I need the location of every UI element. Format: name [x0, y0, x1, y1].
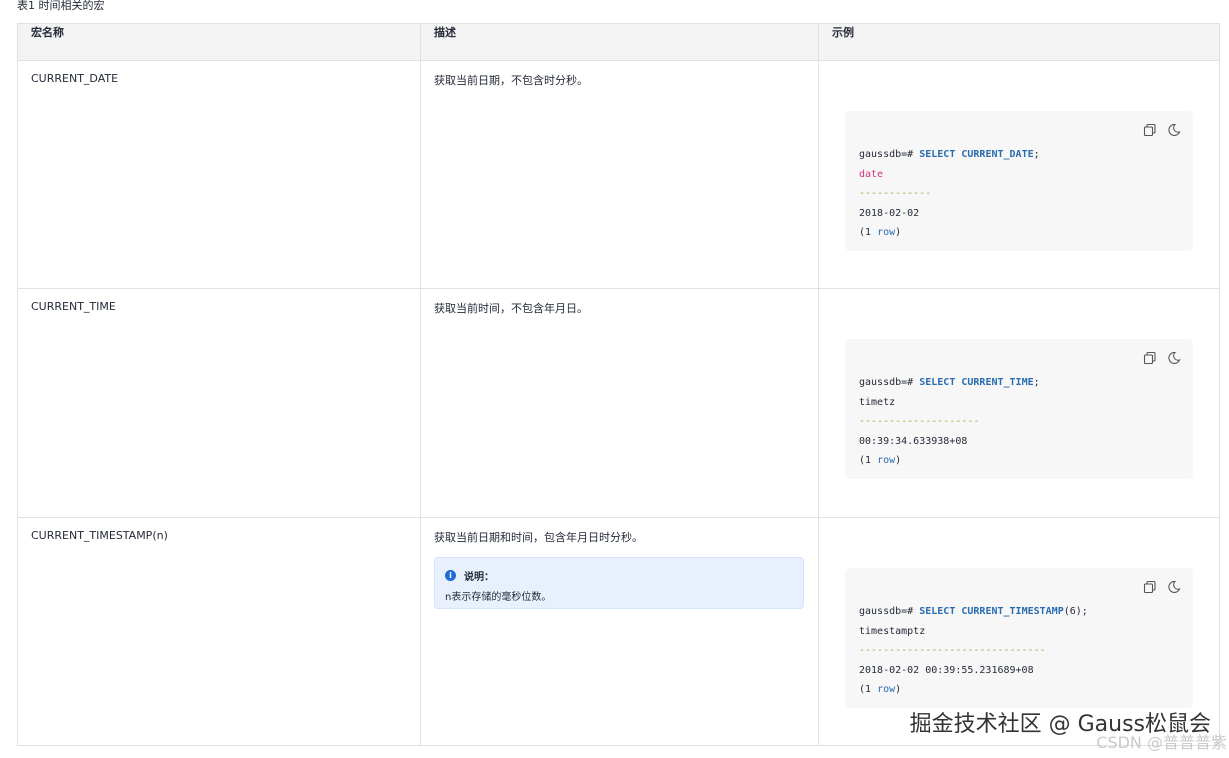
code-toolbar	[1143, 123, 1181, 137]
code-block: gaussdb=# SELECT CURRENT_TIMESTAMP(6); t…	[845, 568, 1193, 708]
code-line-rows: (1 row)	[859, 227, 902, 238]
dark-mode-icon[interactable]	[1167, 580, 1181, 594]
code-line-command: gaussdb=# SELECT CURRENT_DATE;	[859, 149, 1040, 160]
code-line-command: gaussdb=# SELECT CURRENT_TIME;	[859, 377, 1040, 388]
code-line-dashes: -------------------------------	[859, 645, 1046, 656]
code-line-rows: (1 row)	[859, 684, 902, 695]
copy-icon[interactable]	[1143, 580, 1157, 594]
copy-icon[interactable]	[1143, 123, 1157, 137]
description-cell: 获取当前日期和时间，包含年月日时分秒。 i 说明： n表示存储的毫秒位数。	[420, 517, 819, 746]
code-block: gaussdb=# SELECT CURRENT_DATE; date ----…	[845, 111, 1193, 251]
code-line-value: 00:39:34.633938+08	[859, 435, 968, 447]
dark-mode-icon[interactable]	[1167, 123, 1181, 137]
description-cell: 获取当前时间，不包含年月日。	[420, 288, 819, 518]
table-caption: 表1 时间相关的宏	[17, 0, 105, 12]
macro-name-cell: CURRENT_DATE	[17, 60, 421, 289]
table-header-row: 宏名称 描述 示例	[17, 23, 1220, 61]
code-line-dashes: ------------	[859, 188, 932, 199]
note-title: 说明：	[464, 572, 494, 583]
code-line-type: timetz	[859, 396, 896, 408]
macro-name-cell: CURRENT_TIMESTAMP(n)	[17, 517, 421, 746]
description-text: 获取当前日期和时间，包含年月日时分秒。	[434, 531, 643, 544]
code-line-dashes: --------------------	[859, 416, 980, 427]
dark-mode-icon[interactable]	[1167, 351, 1181, 365]
header-description: 描述	[420, 23, 819, 61]
code-line-type: date	[859, 168, 884, 180]
code-line-command: gaussdb=# SELECT CURRENT_TIMESTAMP(6);	[859, 606, 1088, 617]
code-line-type: timestamptz	[859, 625, 926, 637]
code-line-value: 2018-02-02 00:39:55.231689+08	[859, 664, 1034, 676]
example-cell: gaussdb=# SELECT CURRENT_TIME; timetz --…	[818, 288, 1220, 518]
macro-name-cell: CURRENT_TIME	[17, 288, 421, 518]
code-toolbar	[1143, 580, 1181, 594]
code-toolbar	[1143, 351, 1181, 365]
description-cell: 获取当前日期，不包含时分秒。	[420, 60, 819, 289]
code-line-value: 2018-02-02	[859, 207, 920, 219]
note-header: i 说明：	[445, 568, 793, 583]
code-line-rows: (1 row)	[859, 455, 902, 466]
code-block: gaussdb=# SELECT CURRENT_TIME; timetz --…	[845, 339, 1193, 479]
juejin-watermark: 掘金技术社区 @ Gauss松鼠会	[909, 712, 1211, 737]
example-cell: gaussdb=# SELECT CURRENT_DATE; date ----…	[818, 60, 1220, 289]
macro-table: 宏名称 描述 示例 CURRENT_DATE 获取当前日期，不包含时分秒。 ga…	[17, 23, 1220, 746]
copy-icon[interactable]	[1143, 351, 1157, 365]
table-row: CURRENT_DATE 获取当前日期，不包含时分秒。 gaussdb=# SE…	[17, 60, 1220, 289]
note-box: i 说明： n表示存储的毫秒位数。	[434, 557, 804, 609]
info-icon: i	[445, 570, 456, 581]
header-macro-name: 宏名称	[17, 23, 421, 61]
note-body: n表示存储的毫秒位数。	[445, 592, 552, 603]
table-row: CURRENT_TIME 获取当前时间，不包含年月日。 gaussdb=# SE…	[17, 288, 1220, 518]
header-example: 示例	[818, 23, 1220, 61]
